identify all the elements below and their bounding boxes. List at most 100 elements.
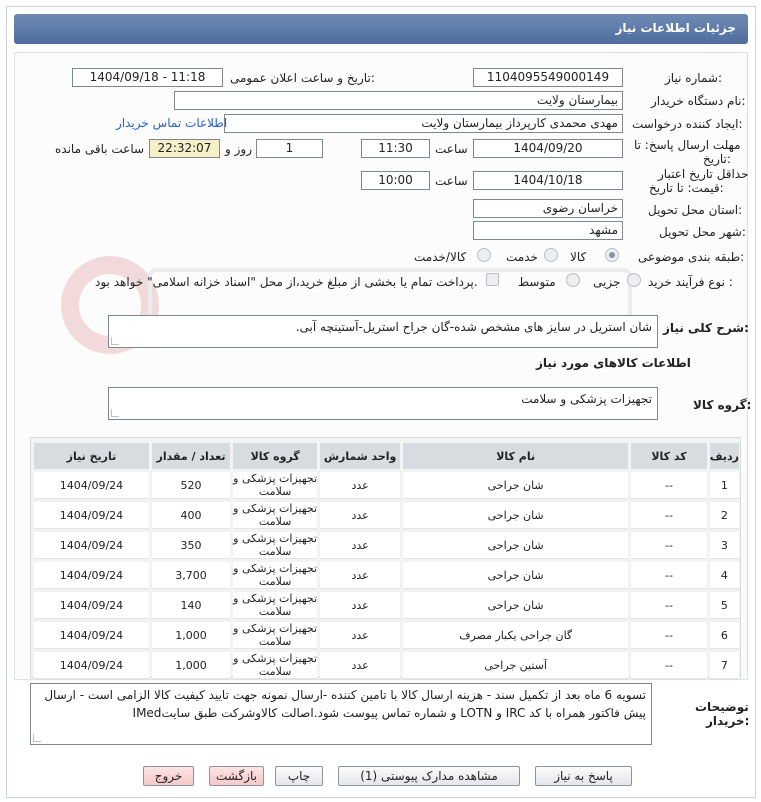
- validity-time-label: ساعت: [435, 174, 468, 188]
- notes-label-line2: خریدار:: [706, 714, 750, 728]
- contact-info-link[interactable]: اطلاعات تماس خریدار: [116, 116, 227, 130]
- table-cell-date: 1404/09/24: [34, 562, 149, 589]
- table-row: 3 -- شان جراحی عدد تجهیزات پزشکی و سلامت 350 1…: [34, 532, 739, 559]
- category-option-service: خدمت: [506, 250, 538, 264]
- table-cell-idx: 1: [709, 472, 739, 499]
- goods-table: ردیف کد کالا نام کالا واحد شمارش گروه کا…: [31, 440, 742, 682]
- table-cell-date: 1404/09/24: [34, 592, 149, 619]
- print-button[interactable]: چاپ: [275, 766, 323, 786]
- creator-label: ایجاد کننده درخواست:: [632, 117, 743, 131]
- table-cell-group: تجهیزات پزشکی و سلامت: [233, 592, 318, 619]
- table-cell-name: شان جراحی: [403, 472, 629, 499]
- notes-text: تسویه 6 ماه بعد از تکمیل سند - هزینه ارس…: [44, 688, 646, 720]
- reply-button[interactable]: پاسخ به نیاز: [535, 766, 632, 786]
- table-cell-group: تجهیزات پزشکی و سلامت: [233, 532, 318, 559]
- goods-table-body: 1 -- شان جراحی عدد تجهیزات پزشکی و سلامت 520 1…: [34, 472, 739, 679]
- table-cell-qty: 1,000: [151, 622, 231, 649]
- table-row: 6 -- گان جراحی یکبار مصرف عدد تجهیزات پزشکی …: [34, 622, 739, 649]
- creator-field: مهدی محمدی کارپرداز بیمارستان ولایت: [224, 114, 623, 133]
- announce-field: 1404/09/18 - 11:18: [72, 68, 223, 87]
- page-title: جزئیات اطلاعات نیاز: [14, 14, 748, 44]
- table-cell-code: --: [631, 622, 707, 649]
- table-cell-code: --: [631, 562, 707, 589]
- province-field: خراسان رضوی: [473, 199, 623, 218]
- goods-group-text: تجهیزات پزشکی و سلامت: [521, 392, 652, 406]
- resize-grip-icon[interactable]: [33, 734, 41, 742]
- table-cell-group: تجهیزات پزشکی و سلامت: [233, 652, 318, 679]
- category-label: طبقه بندی موضوعی:: [638, 250, 745, 264]
- need-number-label: شماره نیاز:: [665, 71, 723, 85]
- table-cell-code: --: [631, 502, 707, 529]
- col-header-date: تاریخ نیاز: [34, 443, 149, 469]
- table-cell-idx: 5: [709, 592, 739, 619]
- category-radio-goods-service[interactable]: [477, 248, 491, 262]
- table-row: 7 -- آستین جراحی عدد تجهیزات پزشکی و سلامت 1,…: [34, 652, 739, 679]
- category-option-goods-service: کالا/خدمت: [414, 250, 467, 264]
- category-radio-goods[interactable]: [605, 248, 619, 262]
- table-cell-qty: 350: [151, 532, 231, 559]
- view-attachments-button[interactable]: مشاهده مدارک پیوستی (1): [338, 766, 520, 786]
- category-option-goods: کالا: [570, 250, 587, 264]
- table-cell-group: تجهیزات پزشکی و سلامت: [233, 472, 318, 499]
- col-header-qty: تعداد / مقدار: [151, 443, 231, 469]
- table-cell-name: شان جراحی: [403, 592, 629, 619]
- table-row: 2 -- شان جراحی عدد تجهیزات پزشکی و سلامت 400 1…: [34, 502, 739, 529]
- announce-label: تاریخ و ساعت اعلان عمومی:: [230, 71, 375, 85]
- resize-grip-icon[interactable]: [111, 409, 119, 417]
- table-cell-qty: 400: [151, 502, 231, 529]
- table-cell-idx: 3: [709, 532, 739, 559]
- table-cell-unit: عدد: [320, 562, 401, 589]
- buyer-field: بیمارستان ولایت: [174, 91, 623, 110]
- process-option-minor: جزیی: [593, 275, 621, 289]
- province-label: استان محل تحویل:: [648, 203, 743, 217]
- table-cell-name: آستین جراحی: [403, 652, 629, 679]
- table-cell-group: تجهیزات پزشکی و سلامت: [233, 622, 318, 649]
- notes-textarea[interactable]: تسویه 6 ماه بعد از تکمیل سند - هزینه ارس…: [30, 683, 652, 745]
- col-header-row-number: ردیف: [709, 443, 739, 469]
- deadline-label-line1: مهلت ارسال پاسخ: تا: [634, 138, 741, 152]
- deadline-label-line2: تاریخ:: [703, 152, 731, 166]
- table-cell-date: 1404/09/24: [34, 532, 149, 559]
- validity-time-field: 10:00: [361, 171, 430, 190]
- table-cell-group: تجهیزات پزشکی و سلامت: [233, 562, 318, 589]
- table-cell-date: 1404/09/24: [34, 472, 149, 499]
- table-cell-date: 1404/09/24: [34, 652, 149, 679]
- table-cell-date: 1404/09/24: [34, 502, 149, 529]
- deadline-date-field: 1404/09/20: [473, 139, 623, 158]
- col-header-name: نام کالا: [403, 443, 629, 469]
- goods-group-textarea[interactable]: تجهیزات پزشکی و سلامت: [108, 387, 658, 420]
- validity-label-line1: حداقل تاریخ اعتبار: [658, 167, 749, 181]
- days-field: 1: [256, 139, 323, 158]
- table-cell-code: --: [631, 592, 707, 619]
- back-button[interactable]: بازگشت: [209, 766, 264, 786]
- table-cell-name: شان جراحی: [403, 532, 629, 559]
- process-radio-minor[interactable]: [627, 273, 641, 287]
- table-cell-unit: عدد: [320, 502, 401, 529]
- days-label: روز و: [225, 142, 252, 156]
- resize-grip-icon[interactable]: [111, 337, 119, 345]
- table-cell-unit: عدد: [320, 532, 401, 559]
- table-cell-qty: 140: [151, 592, 231, 619]
- treasury-note: پرداخت تمام یا بخشی از مبلغ خرید،از محل …: [95, 275, 478, 289]
- table-cell-unit: عدد: [320, 622, 401, 649]
- table-cell-name: شان جراحی: [403, 562, 629, 589]
- process-label: نوع فرآیند خرید :: [648, 275, 733, 289]
- process-radio-medium[interactable]: [566, 273, 580, 287]
- process-option-medium: متوسط: [518, 275, 556, 289]
- remaining-time-field: 22:32:07: [149, 139, 220, 158]
- notes-label-line1: توضیحات: [695, 700, 749, 714]
- table-cell-idx: 4: [709, 562, 739, 589]
- description-textarea[interactable]: شان استریل در سایز های مشخص شده-گان جراح…: [108, 315, 658, 348]
- table-cell-idx: 6: [709, 622, 739, 649]
- city-label: شهر محل تحویل:: [659, 225, 746, 239]
- table-cell-name: گان جراحی یکبار مصرف: [403, 622, 629, 649]
- exit-button[interactable]: خروج: [143, 766, 194, 786]
- goods-table-container: ردیف کد کالا نام کالا واحد شمارش گروه کا…: [30, 437, 741, 679]
- table-cell-qty: 3,700: [151, 562, 231, 589]
- table-row: 5 -- شان جراحی عدد تجهیزات پزشکی و سلامت 140 1…: [34, 592, 739, 619]
- table-cell-group: تجهیزات پزشکی و سلامت: [233, 502, 318, 529]
- category-radio-service[interactable]: [544, 248, 558, 262]
- treasury-checkbox[interactable]: [486, 273, 499, 286]
- col-header-unit: واحد شمارش: [320, 443, 401, 469]
- table-cell-qty: 520: [151, 472, 231, 499]
